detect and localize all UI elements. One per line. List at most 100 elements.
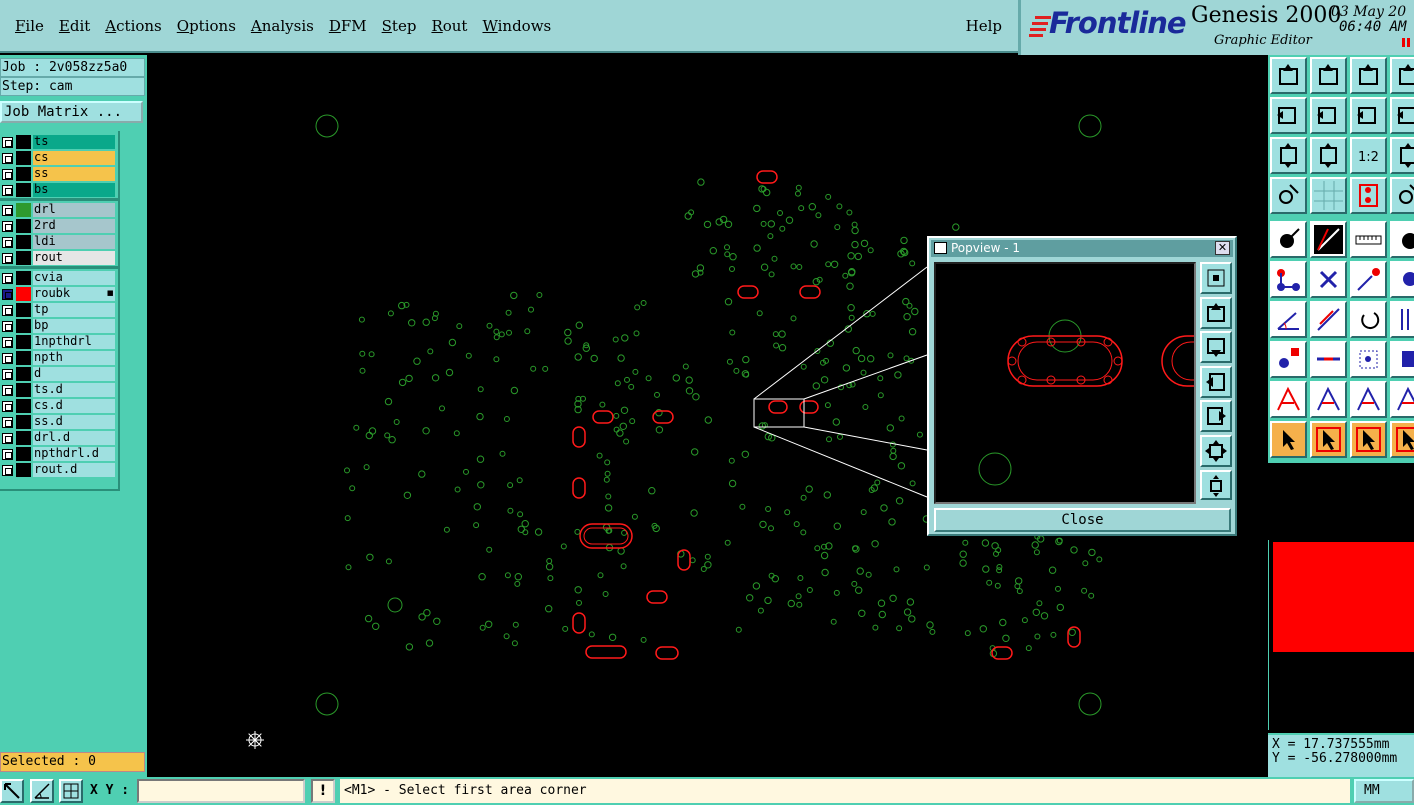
- zoom-fit-tool[interactable]: [1270, 137, 1307, 174]
- units-button[interactable]: MM: [1354, 779, 1414, 803]
- layer-row-rout[interactable]: rout: [0, 250, 116, 266]
- layer-color-swatch[interactable]: [16, 415, 31, 429]
- menu-step[interactable]: Step: [382, 17, 417, 35]
- close-icon[interactable]: ✕: [1215, 241, 1230, 255]
- go-up-tool[interactable]: [1270, 57, 1307, 94]
- layer-row-ts-d[interactable]: ts.d: [0, 382, 116, 398]
- zoom-1to1-tool[interactable]: 1:2: [1350, 137, 1387, 174]
- layer-row-ss[interactable]: ss: [0, 166, 116, 182]
- select-box-tool[interactable]: [1310, 421, 1347, 458]
- grid-snap-button[interactable]: [59, 779, 83, 803]
- popview-titlebar[interactable]: Popview - 1 ✕: [931, 240, 1233, 257]
- pop-pan-down-button[interactable]: [1200, 331, 1232, 363]
- layer-name[interactable]: cs: [33, 151, 115, 165]
- zoom-area-tool[interactable]: [1310, 137, 1347, 174]
- job-matrix-button[interactable]: Job Matrix ...: [0, 101, 143, 123]
- layer-color-swatch[interactable]: [16, 335, 31, 349]
- pop-zoom-out-button[interactable]: [1200, 435, 1232, 467]
- connect-tool[interactable]: [1270, 261, 1307, 298]
- layer-color-swatch[interactable]: [16, 367, 31, 381]
- layer-name[interactable]: roubk: [33, 287, 115, 301]
- select-tool[interactable]: [1270, 421, 1307, 458]
- layer-row-2rd[interactable]: 2rd: [0, 218, 116, 234]
- layer-row-drl-d[interactable]: drl.d: [0, 430, 116, 446]
- open-step-tool[interactable]: [1310, 57, 1347, 94]
- delete-tool[interactable]: [1310, 261, 1347, 298]
- layer-color-swatch[interactable]: [16, 399, 31, 413]
- pan-left-tool[interactable]: [1270, 97, 1307, 134]
- layer-name[interactable]: drl.d: [33, 431, 115, 445]
- layer-row-1npthdrl[interactable]: 1npthdrl: [0, 334, 116, 350]
- layer-name[interactable]: ss: [33, 167, 115, 181]
- pop-pan-left-button[interactable]: [1200, 366, 1232, 398]
- text-c-tool[interactable]: [1350, 381, 1387, 418]
- pop-pan-up-button[interactable]: [1200, 297, 1232, 329]
- layer-checkbox[interactable]: [2, 465, 13, 476]
- layer-name[interactable]: ts: [33, 135, 115, 149]
- text-d-tool[interactable]: [1390, 381, 1414, 418]
- layer-row-cs[interactable]: cs: [0, 150, 116, 166]
- layer-color-swatch[interactable]: [16, 351, 31, 365]
- step-tool[interactable]: [1390, 341, 1414, 378]
- layer-name[interactable]: 2rd: [33, 219, 115, 233]
- layer-checkbox[interactable]: [2, 433, 13, 444]
- home-tool[interactable]: [1350, 57, 1387, 94]
- layer-row-drl[interactable]: drl: [0, 202, 116, 218]
- layer-row-tp[interactable]: tp: [0, 302, 116, 318]
- rotate-tool[interactable]: [1350, 301, 1387, 338]
- layer-row-ss-d[interactable]: ss.d: [0, 414, 116, 430]
- layer-color-swatch[interactable]: [16, 167, 31, 181]
- layer-color-swatch[interactable]: [16, 183, 31, 197]
- layer-checkbox[interactable]: [2, 289, 13, 300]
- line-add-tool[interactable]: [1310, 341, 1347, 378]
- layer-color-swatch[interactable]: [16, 251, 31, 265]
- grid-toggle-tool[interactable]: [1310, 177, 1347, 214]
- net-trace-tool[interactable]: [1390, 177, 1414, 214]
- angle-mode-button[interactable]: [30, 779, 54, 803]
- layer-row-cs-d[interactable]: cs.d: [0, 398, 116, 414]
- layer-checkbox[interactable]: [2, 273, 13, 284]
- pad-tool[interactable]: [1270, 221, 1307, 258]
- menu-file[interactable]: File: [15, 17, 44, 35]
- layer-name[interactable]: 1npthdrl: [33, 335, 115, 349]
- layer-checkbox[interactable]: [2, 321, 13, 332]
- overview-window[interactable]: [1268, 540, 1414, 730]
- layer-checkbox[interactable]: [2, 137, 13, 148]
- layer-name[interactable]: d: [33, 367, 115, 381]
- layer-color-swatch[interactable]: [16, 135, 31, 149]
- layer-name[interactable]: bs: [33, 183, 115, 197]
- layer-row-d[interactable]: d: [0, 366, 116, 382]
- layer-row-rout-d[interactable]: rout.d: [0, 462, 116, 478]
- menu-edit[interactable]: Edit: [59, 17, 90, 35]
- route-tool[interactable]: [1390, 421, 1414, 458]
- settings-tool[interactable]: [1270, 177, 1307, 214]
- warning-button[interactable]: !: [311, 779, 335, 803]
- popview-close-button[interactable]: Close: [934, 508, 1231, 532]
- layer-name[interactable]: bp: [33, 319, 115, 333]
- layer-color-swatch[interactable]: [16, 383, 31, 397]
- layer-checkbox[interactable]: [2, 305, 13, 316]
- menu-rout[interactable]: Rout: [431, 17, 467, 35]
- clip-tool[interactable]: [1390, 57, 1414, 94]
- pan-split-tool[interactable]: [1350, 97, 1387, 134]
- layer-name[interactable]: npth: [33, 351, 115, 365]
- select-fence-tool[interactable]: [1350, 421, 1387, 458]
- layer-name[interactable]: rout: [33, 251, 115, 265]
- layer-color-swatch[interactable]: [16, 203, 31, 217]
- menu-actions[interactable]: Actions: [105, 17, 161, 35]
- layer-name[interactable]: ldi: [33, 235, 115, 249]
- layer-name[interactable]: cvia: [33, 271, 115, 285]
- layer-color-swatch[interactable]: [16, 219, 31, 233]
- layer-row-cvia[interactable]: cvia: [0, 270, 116, 286]
- layer-checkbox[interactable]: [2, 185, 13, 196]
- layer-row-roubk[interactable]: roubk ▪: [0, 286, 116, 302]
- pad-add-tool[interactable]: [1270, 341, 1307, 378]
- menu-help[interactable]: Help: [966, 17, 1002, 35]
- layer-name[interactable]: ts.d: [33, 383, 115, 397]
- layer-checkbox[interactable]: [2, 337, 13, 348]
- help-query-tool[interactable]: [1390, 137, 1414, 174]
- layer-color-swatch[interactable]: [16, 431, 31, 445]
- layer-checkbox[interactable]: [2, 417, 13, 428]
- layer-color-swatch[interactable]: [16, 319, 31, 333]
- menu-windows[interactable]: Windows: [482, 17, 551, 35]
